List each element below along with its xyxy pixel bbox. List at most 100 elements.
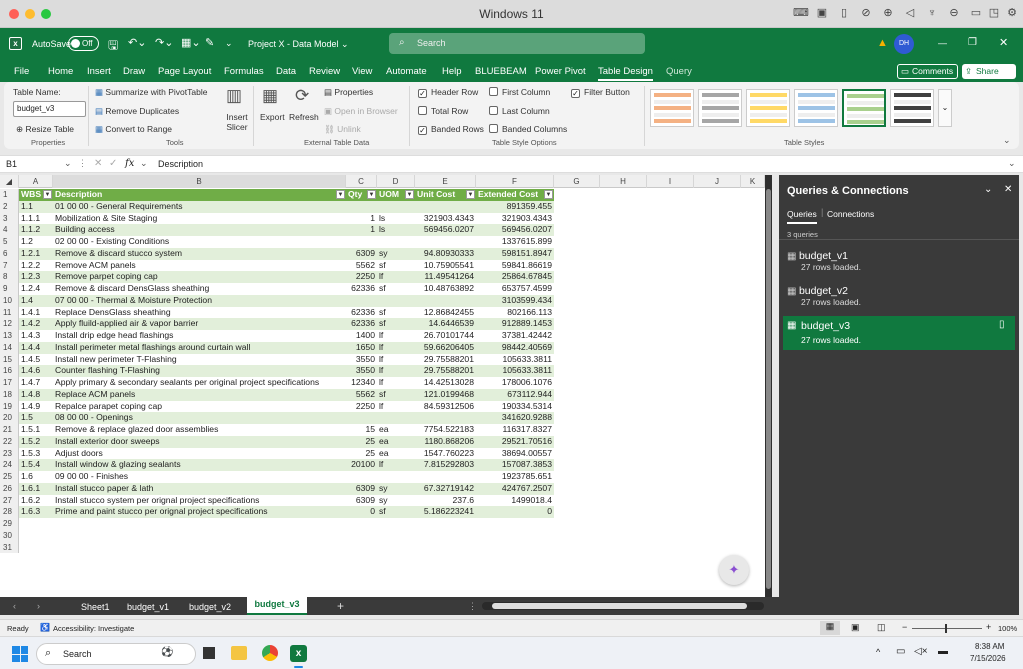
qty-cell[interactable]: 62336	[346, 318, 377, 330]
extended-cost-cell[interactable]: 321903.4343	[476, 212, 554, 225]
uom-cell[interactable]: lf	[377, 271, 415, 283]
mic-icon[interactable]: ♆	[925, 6, 939, 20]
uom-cell[interactable]: sf	[377, 388, 415, 401]
uom-cell[interactable]: ea	[377, 447, 415, 460]
extended-cost-cell[interactable]: 0	[476, 506, 554, 518]
table-row[interactable]: 10 1.4 07 00 00 - Thermal & Moisture Prote…	[0, 294, 772, 307]
header-row-checkbox[interactable]: ✓ Header Row	[418, 87, 478, 98]
table-row[interactable]: 23 1.5.3 Adjust doors 25 ea 1547.760223 38694.…	[0, 447, 772, 460]
extended-cost-cell[interactable]: 802166.113	[476, 306, 554, 319]
tab-insert[interactable]: Insert	[87, 66, 111, 77]
uom-cell[interactable]: lf	[377, 330, 415, 342]
sheet-tab-budget-v1[interactable]: budget_v1	[127, 602, 169, 612]
pane-tab-connections[interactable]: Connections	[827, 209, 874, 219]
row-number[interactable]: 17	[0, 377, 19, 389]
wbs-cell[interactable]: 1.6.2	[19, 494, 53, 507]
last-column-checkbox[interactable]: Last Column	[489, 106, 550, 116]
extended-cost-cell[interactable]: 653757.4599	[476, 283, 554, 295]
open-browser-button[interactable]: ▣ Open in Browser	[324, 106, 398, 117]
clock-time[interactable]: 8:38 AM	[975, 642, 1004, 651]
start-icon[interactable]	[12, 646, 28, 662]
redo-icon[interactable]: ↷⌄	[155, 36, 173, 49]
taskbar-search[interactable]: ⌕ Search ⚽	[36, 643, 196, 665]
zoom-in-icon[interactable]: +	[986, 622, 991, 632]
table-row[interactable]: 3 1.1.1 Mobilization & Site Staging 1 ls 3219…	[0, 212, 772, 225]
description-cell[interactable]: 08 00 00 - Openings	[53, 412, 346, 424]
table-header-wbs[interactable]: WBS ▼	[19, 189, 53, 201]
qty-cell[interactable]	[346, 236, 377, 248]
wbs-cell[interactable]: 1.1	[19, 200, 53, 213]
tab-view[interactable]: View	[352, 66, 372, 77]
name-box-dropdown-icon[interactable]: ⌄	[64, 158, 72, 169]
description-cell[interactable]: Replace ACM panels	[53, 388, 346, 401]
extended-cost-cell[interactable]: 891359.455	[476, 200, 554, 213]
table-header-uom[interactable]: UOM ▼	[377, 189, 415, 201]
table-row[interactable]: 11 1.4.1 Replace DensGlass sheathing 62336 s…	[0, 306, 772, 319]
tab-splitter-icon[interactable]: ⋮	[468, 601, 477, 612]
qty-cell[interactable]: 6309	[346, 494, 377, 507]
search-box[interactable]: Search	[389, 33, 645, 54]
horizontal-scrollbar[interactable]	[482, 602, 764, 610]
spell-icon[interactable]: ✎	[205, 36, 214, 49]
description-cell[interactable]: Install perimeter metal flashings around…	[53, 341, 346, 354]
description-cell[interactable]: Install exterior door sweeps	[53, 435, 346, 448]
wbs-cell[interactable]: 1.6.3	[19, 506, 53, 518]
qty-cell[interactable]: 62336	[346, 306, 377, 319]
extended-cost-cell[interactable]: 1499018.4	[476, 494, 554, 507]
horizontal-scroll-thumb[interactable]	[492, 603, 747, 609]
description-cell[interactable]: Mobilization & Site Staging	[53, 212, 346, 225]
column-header-d[interactable]: D	[377, 175, 415, 188]
unit-cost-cell[interactable]: 10.75905541	[415, 259, 476, 272]
table-style-swatch[interactable]	[746, 89, 790, 127]
extended-cost-cell[interactable]: 190334.5314	[476, 400, 554, 413]
qty-cell[interactable]: 2250	[346, 271, 377, 283]
unit-cost-cell[interactable]: 10.48763892	[415, 283, 476, 295]
uom-cell[interactable]: lf	[377, 377, 415, 389]
unit-cost-cell[interactable]: 7.815292803	[415, 459, 476, 471]
tab-help[interactable]: Help	[442, 66, 462, 77]
unit-cost-cell[interactable]: 59.66206405	[415, 341, 476, 354]
unit-cost-cell[interactable]	[415, 236, 476, 248]
next-sheet-icon[interactable]: ›	[37, 601, 40, 611]
qty-cell[interactable]: 6309	[346, 482, 377, 495]
description-cell[interactable]: Remove ACM panels	[53, 259, 346, 272]
unit-cost-cell[interactable]: 14.42513028	[415, 377, 476, 389]
minimize-icon[interactable]: —	[938, 38, 947, 48]
properties-button[interactable]: ▤ Properties	[324, 87, 373, 98]
row-number[interactable]: 7	[0, 259, 19, 272]
description-cell[interactable]: Remove & discard stucco system	[53, 247, 346, 260]
uom-cell[interactable]	[377, 471, 415, 483]
wbs-cell[interactable]: 1.1.1	[19, 212, 53, 225]
column-header-i[interactable]: I	[647, 175, 694, 188]
extended-cost-cell[interactable]: 569456.0207	[476, 224, 554, 236]
column-header-f[interactable]: F	[476, 175, 554, 188]
zoom-slider[interactable]	[912, 624, 982, 633]
table-style-swatch[interactable]	[794, 89, 838, 127]
extended-cost-cell[interactable]: 424767.2507	[476, 482, 554, 495]
unit-cost-cell[interactable]: 29.75588201	[415, 365, 476, 377]
row-number[interactable]: 9	[0, 283, 19, 295]
tab-formulas[interactable]: Formulas	[224, 66, 264, 77]
refresh-icon[interactable]: ⟳	[295, 86, 309, 106]
description-cell[interactable]: Replace DensGlass sheathing	[53, 306, 346, 319]
uom-cell[interactable]: sy	[377, 494, 415, 507]
table-row[interactable]: 7 1.2.2 Remove ACM panels 5562 sf 10.75905541…	[0, 259, 772, 272]
autosave-toggle[interactable]: Off	[68, 36, 99, 51]
extended-cost-cell[interactable]: 673112.944	[476, 388, 554, 401]
table-row[interactable]: 16 1.4.6 Counter flashing T-Flashing 3550 lf…	[0, 365, 772, 377]
table-row[interactable]: 20 1.5 08 00 00 - Openings 341620.9288	[0, 412, 772, 424]
function-icon[interactable]: fx	[125, 158, 134, 169]
table-style-swatch[interactable]	[698, 89, 742, 127]
row-number[interactable]: 15	[0, 353, 19, 366]
row-number[interactable]: 31	[0, 541, 19, 554]
table-header-extended-cost[interactable]: Extended Cost ▼	[476, 189, 554, 201]
column-header-a[interactable]: A	[19, 175, 53, 188]
filter-button-checkbox[interactable]: ✓ Filter Button	[571, 87, 630, 98]
extended-cost-cell[interactable]: 1337615.899	[476, 236, 554, 248]
tab-file[interactable]: File	[14, 66, 29, 77]
uom-cell[interactable]	[377, 412, 415, 424]
qty-cell[interactable]: 1400	[346, 330, 377, 342]
extended-cost-cell[interactable]: 105633.3811	[476, 353, 554, 366]
row-number[interactable]: 28	[0, 506, 19, 518]
description-cell[interactable]: 07 00 00 - Thermal & Moisture Protection	[53, 294, 346, 307]
